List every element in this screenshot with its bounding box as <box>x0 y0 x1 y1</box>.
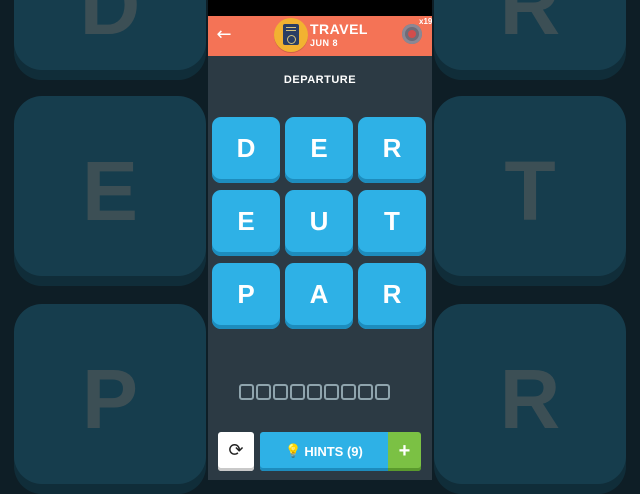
lightbulb-icon: 💡 <box>285 444 302 459</box>
background-letter: T <box>504 143 556 238</box>
letter-tile[interactable]: E <box>212 190 280 256</box>
passport-icon <box>283 24 299 45</box>
answer-slot[interactable] <box>273 384 288 400</box>
background-tile: D <box>14 0 206 80</box>
letter-tile[interactable]: U <box>285 190 353 256</box>
category-title: TRAVEL <box>310 21 368 37</box>
letter-tile[interactable]: E <box>285 117 353 183</box>
coin-icon[interactable] <box>402 24 422 44</box>
answer-slot[interactable] <box>358 384 373 400</box>
hints-label: HINTS (9) <box>304 444 363 459</box>
background-letter: P <box>81 351 139 446</box>
shuffle-button[interactable]: ⟳ <box>218 432 254 471</box>
letter-tile[interactable]: R <box>358 263 426 329</box>
answer-slot[interactable] <box>256 384 271 400</box>
answer-slot[interactable] <box>307 384 322 400</box>
puzzle-date: JUN 8 <box>310 38 339 48</box>
game-screen: ← TRAVEL JUN 8 x19 DEPARTURE D E R E U T… <box>208 0 432 480</box>
background-letter: E <box>81 143 139 238</box>
letter-tile[interactable]: P <box>212 263 280 329</box>
answer-slot[interactable] <box>341 384 356 400</box>
answer-slot[interactable] <box>239 384 254 400</box>
background-tile: T <box>434 96 626 286</box>
letter-tile[interactable]: A <box>285 263 353 329</box>
refresh-icon: ⟳ <box>228 440 244 461</box>
globe-emblem <box>287 35 296 44</box>
plus-icon: + <box>398 440 411 462</box>
buy-hints-button[interactable]: + <box>388 432 421 471</box>
passport-line <box>286 30 296 31</box>
background-tile: R <box>434 0 626 80</box>
target-word: DEPARTURE <box>283 74 357 86</box>
answer-slot[interactable] <box>375 384 390 400</box>
answer-slot[interactable] <box>290 384 305 400</box>
background-tile: E <box>14 96 206 286</box>
back-arrow-icon[interactable]: ← <box>214 24 234 46</box>
coin-center <box>408 30 416 38</box>
background-letter: D <box>79 0 141 52</box>
background-tile: P <box>14 304 206 494</box>
status-bar <box>208 0 432 16</box>
background-tile: R <box>434 304 626 494</box>
answer-slot[interactable] <box>324 384 339 400</box>
answer-slots <box>239 384 390 400</box>
hints-button[interactable]: 💡 HINTS (9) <box>260 432 388 471</box>
letter-tile[interactable]: R <box>358 117 426 183</box>
coin-count: x19 <box>419 17 432 26</box>
background-letter: R <box>499 351 561 446</box>
category-badge <box>274 18 308 52</box>
background-letter: R <box>499 0 561 52</box>
header-bar: ← TRAVEL JUN 8 x19 <box>208 16 432 56</box>
letter-tile[interactable]: T <box>358 190 426 256</box>
passport-line <box>286 27 296 28</box>
letter-tile[interactable]: D <box>212 117 280 183</box>
